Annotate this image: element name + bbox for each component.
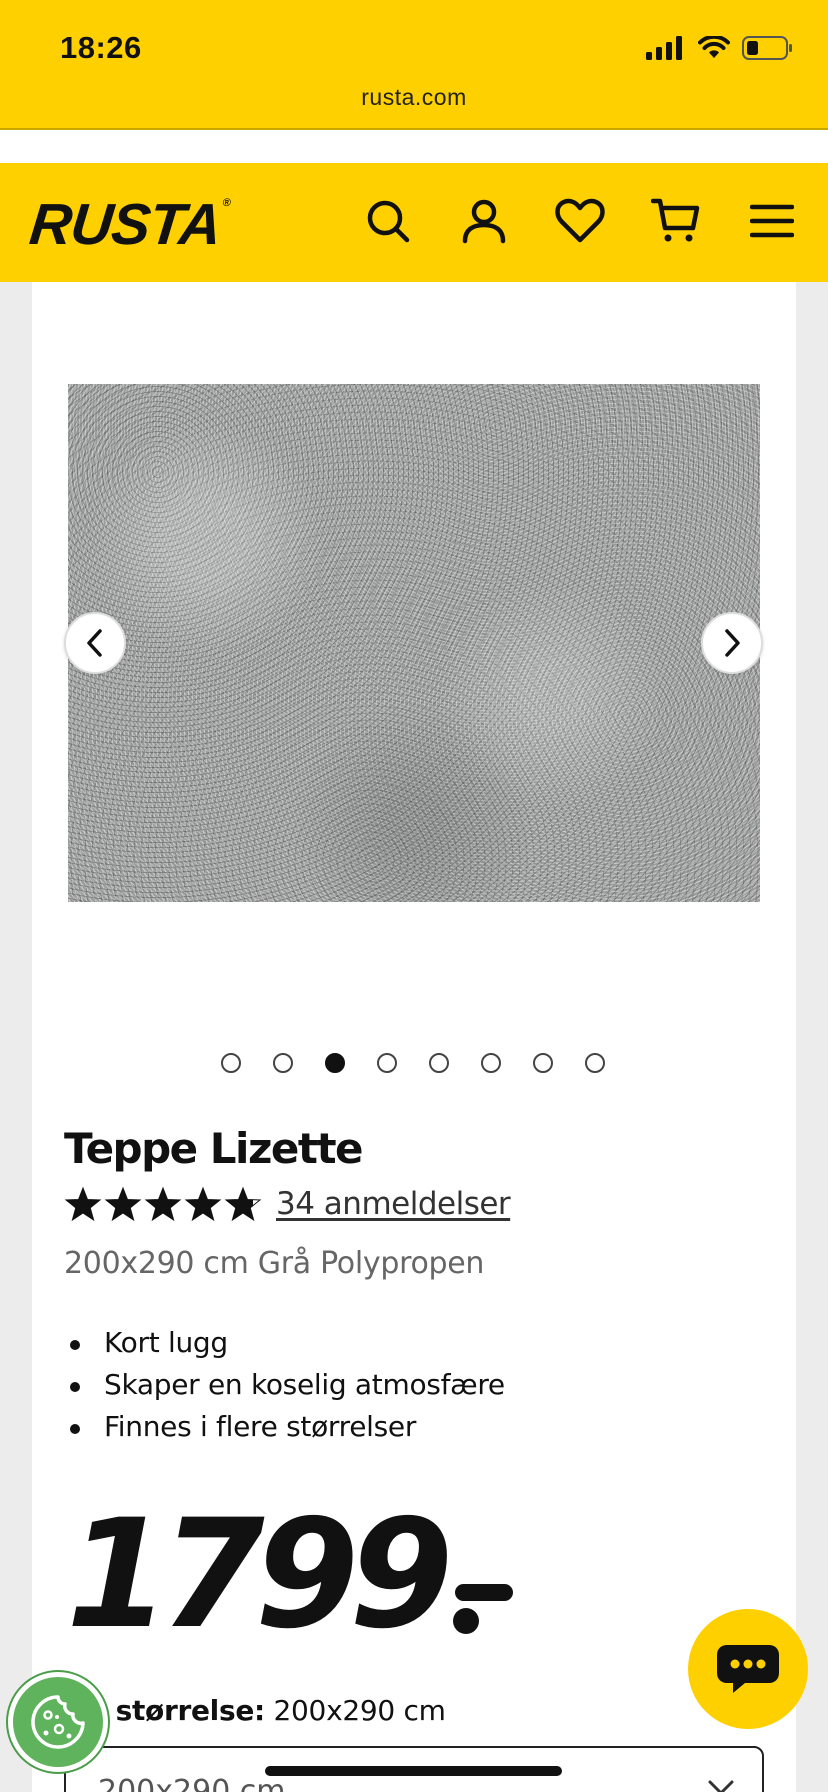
chat-bubble-icon bbox=[717, 1645, 779, 1693]
size-dropdown-value: 200x290 cm bbox=[98, 1774, 286, 1792]
pagination-dot[interactable] bbox=[429, 1053, 449, 1073]
pagination-dot[interactable] bbox=[221, 1053, 241, 1073]
product-title: Teppe Lizette bbox=[64, 1124, 364, 1173]
chevron-right-icon bbox=[725, 629, 740, 657]
size-label: lgt størrelse: 200x290 cm bbox=[64, 1694, 446, 1727]
wifi-icon bbox=[698, 36, 730, 58]
cookie-settings-button[interactable] bbox=[8, 1672, 108, 1772]
product-subtitle: 200x290 cm Grå Polypropen bbox=[64, 1246, 485, 1281]
gallery-prev-button[interactable] bbox=[64, 612, 126, 674]
feature-list: Kort lugg Skaper en koselig atmosfære Fi… bbox=[64, 1322, 505, 1448]
pagination-dot[interactable] bbox=[273, 1053, 293, 1073]
price-value: 1799 bbox=[66, 1488, 453, 1662]
product-image[interactable] bbox=[68, 384, 760, 902]
search-icon[interactable] bbox=[360, 193, 416, 249]
page-top-gap bbox=[0, 130, 828, 163]
star-icon bbox=[64, 1186, 102, 1222]
site-header: RUSTA® bbox=[0, 163, 828, 282]
pagination-dot[interactable] bbox=[481, 1053, 501, 1073]
url-bar[interactable]: rusta.com bbox=[0, 84, 828, 111]
home-indicator bbox=[265, 1766, 562, 1776]
pagination-dot[interactable] bbox=[585, 1053, 605, 1073]
chat-button[interactable] bbox=[688, 1609, 808, 1729]
pagination-dot[interactable] bbox=[325, 1053, 345, 1073]
feature-item: Finnes i flere størrelser bbox=[64, 1406, 505, 1448]
status-time: 18:26 bbox=[60, 30, 142, 65]
star-icon bbox=[104, 1186, 142, 1222]
status-icons bbox=[646, 36, 794, 60]
chevron-left-icon bbox=[87, 629, 102, 657]
price-suffix bbox=[451, 1576, 515, 1636]
feature-item: Skaper en koselig atmosfære bbox=[64, 1364, 505, 1406]
gallery-pagination bbox=[221, 1053, 605, 1073]
pagination-dot[interactable] bbox=[533, 1053, 553, 1073]
cart-icon[interactable] bbox=[648, 193, 704, 249]
star-icon bbox=[224, 1186, 262, 1222]
heart-icon[interactable] bbox=[552, 193, 608, 249]
reviews-link[interactable]: 34 anmeldelser bbox=[276, 1186, 511, 1222]
feature-item: Kort lugg bbox=[64, 1322, 505, 1364]
signal-icon bbox=[646, 36, 682, 60]
rating-stars bbox=[64, 1186, 262, 1222]
browser-status-bar: 18:26 rusta.com bbox=[0, 0, 828, 130]
product-rating: 34 anmeldelser bbox=[64, 1186, 511, 1222]
battery-icon bbox=[742, 36, 792, 60]
pagination-dot[interactable] bbox=[377, 1053, 397, 1073]
star-icon bbox=[184, 1186, 222, 1222]
product-price: 1799 bbox=[66, 1500, 515, 1650]
menu-icon[interactable] bbox=[744, 193, 800, 249]
star-icon bbox=[144, 1186, 182, 1222]
cookie-icon bbox=[31, 1695, 85, 1749]
account-icon[interactable] bbox=[456, 193, 512, 249]
rusta-logo[interactable]: RUSTA® bbox=[26, 191, 231, 258]
chevron-down-icon bbox=[708, 1780, 734, 1792]
gallery-next-button[interactable] bbox=[701, 612, 763, 674]
